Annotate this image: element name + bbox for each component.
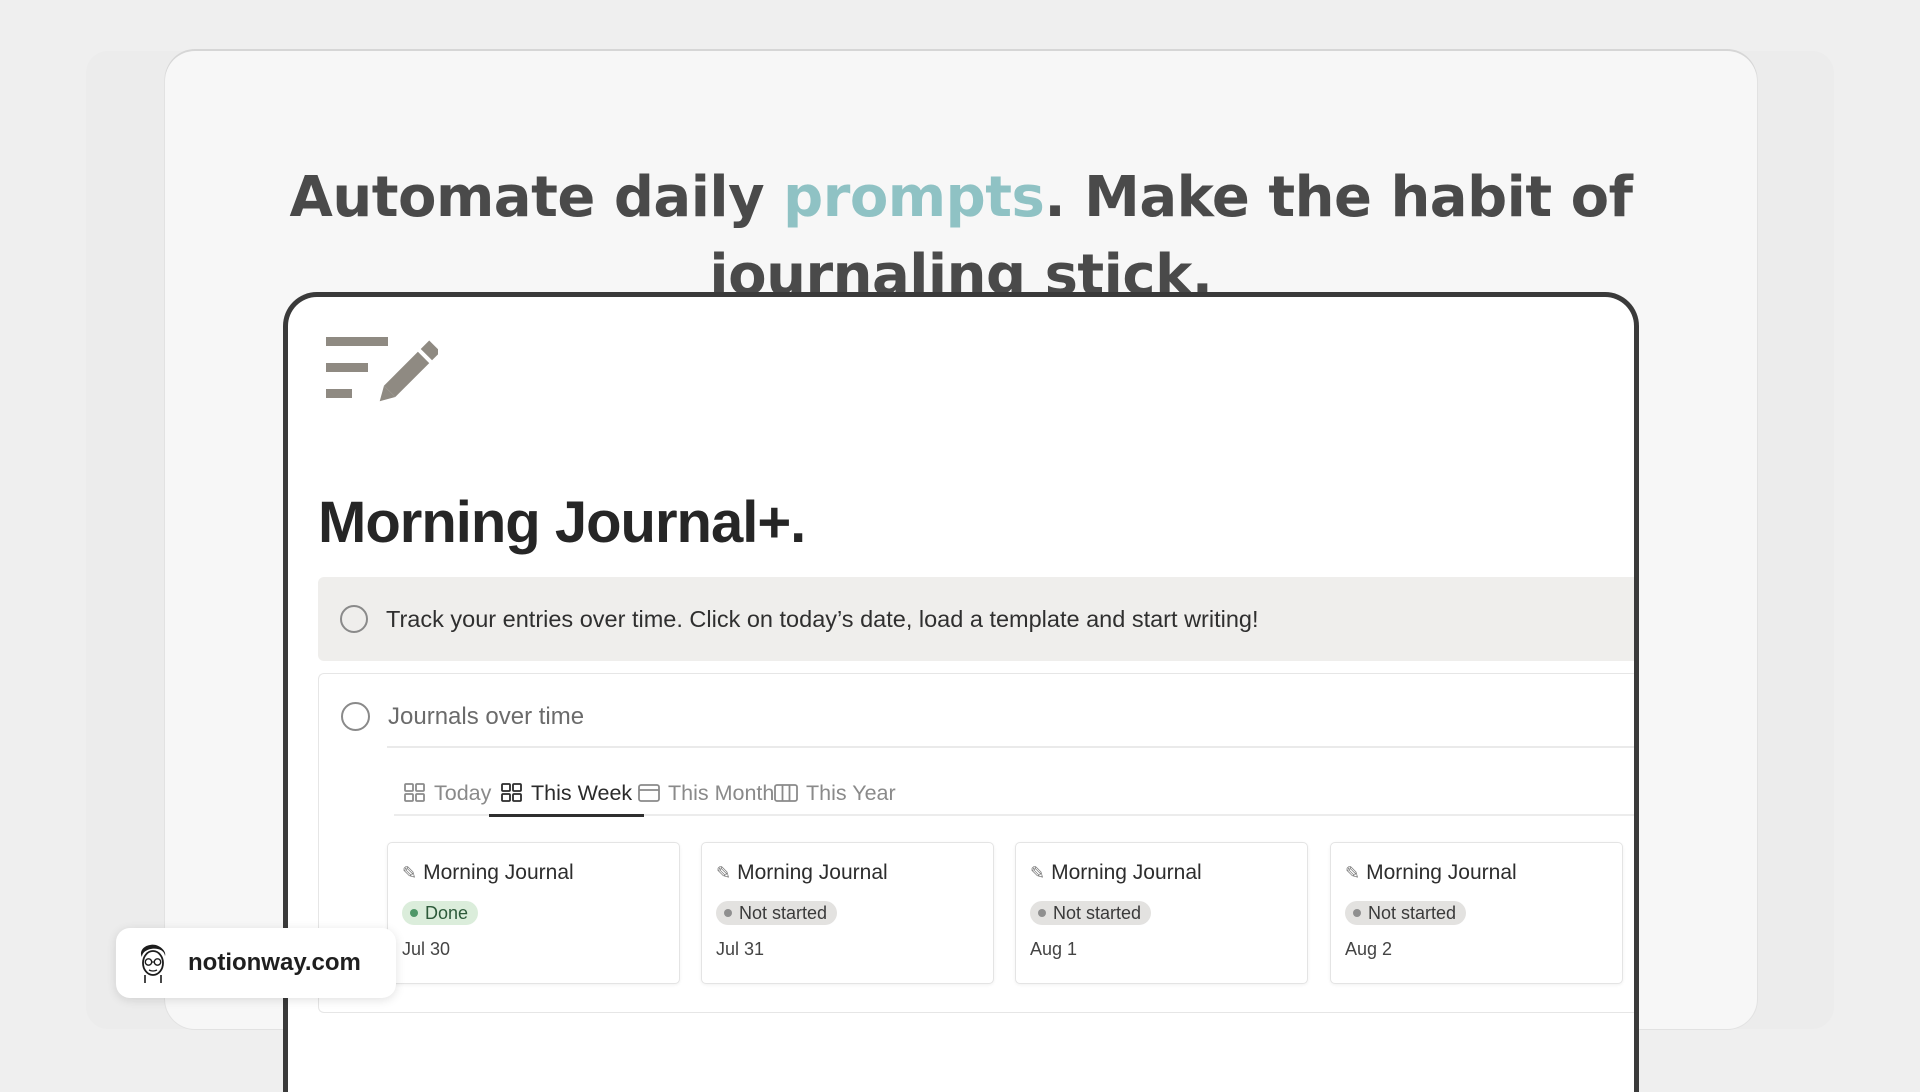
status-badge: Not started (1345, 901, 1467, 925)
tab-this-month[interactable]: This Month (638, 770, 774, 816)
pencil-lines-icon[interactable] (326, 333, 438, 413)
card-title: ✎ Morning Journal (402, 861, 574, 884)
callout-text: Track your entries over time. Click on t… (386, 605, 1259, 632)
card-title: ✎ Morning Journal (1030, 861, 1202, 884)
callout: Track your entries over time. Click on t… (318, 577, 1634, 661)
tab-this-week[interactable]: This Week (488, 770, 645, 817)
card-title: ✎ Morning Journal (716, 861, 888, 884)
pencil-icon: ✎ (402, 862, 418, 883)
status-badge: Not started (716, 901, 838, 925)
board-icon (774, 784, 798, 802)
gallery-icon (501, 783, 522, 802)
page-title: Morning Journal+. (318, 490, 806, 555)
card-date: Jul 30 (402, 939, 451, 959)
tab-today[interactable]: Today (404, 770, 491, 816)
status-dot (724, 909, 732, 917)
divider (387, 746, 1634, 748)
journals-database: Journals over time Today This Week This … (318, 673, 1634, 1013)
view-tabs: Today This Week This Month This Year (394, 770, 1634, 817)
pencil-icon: ✎ (1345, 862, 1361, 883)
status-dot (1038, 909, 1046, 917)
journal-card[interactable]: ✎ Morning Journal Not started Aug 2 (1330, 842, 1623, 984)
pencil-icon: ✎ (716, 862, 732, 883)
status-badge: Not started (1030, 901, 1152, 925)
card-date: Aug 2 (1345, 939, 1393, 959)
headline-line-1: Automate daily prompts. Make the habit o… (289, 165, 1633, 230)
status-dot (410, 909, 418, 917)
app-screen: Morning Journal+. Track your entries ove… (283, 292, 1639, 1092)
card-date: Aug 1 (1030, 939, 1078, 959)
calendar-icon (638, 784, 660, 802)
journal-card[interactable]: ✎ Morning Journal Done Jul 30 (387, 842, 680, 984)
avatar-icon (140, 944, 166, 983)
tab-label: This Week (531, 780, 633, 805)
circle-icon (340, 605, 368, 633)
tab-label: Today (434, 780, 492, 805)
headline-accent: prompts (783, 165, 1045, 230)
circle-icon (341, 702, 370, 731)
card-date: Jul 31 (716, 939, 765, 959)
tab-this-year[interactable]: This Year (774, 770, 896, 816)
journal-card[interactable]: ✎ Morning Journal Not started Jul 31 (701, 842, 994, 984)
tab-label: This Year (806, 780, 896, 805)
gallery-icon (404, 783, 425, 802)
status-dot (1353, 909, 1361, 917)
database-title[interactable]: Journals over time (388, 703, 584, 731)
journal-card[interactable]: ✎ Morning Journal Not started Aug 1 (1015, 842, 1308, 984)
card-title: ✎ Morning Journal (1345, 861, 1517, 884)
database-header: Journals over time (341, 702, 584, 731)
tab-label: This Month (668, 780, 775, 805)
status-badge: Done (402, 901, 479, 925)
pencil-icon: ✎ (1030, 862, 1046, 883)
brand-badge[interactable]: notionway.com (116, 928, 396, 998)
brand-url: notionway.com (188, 949, 361, 976)
